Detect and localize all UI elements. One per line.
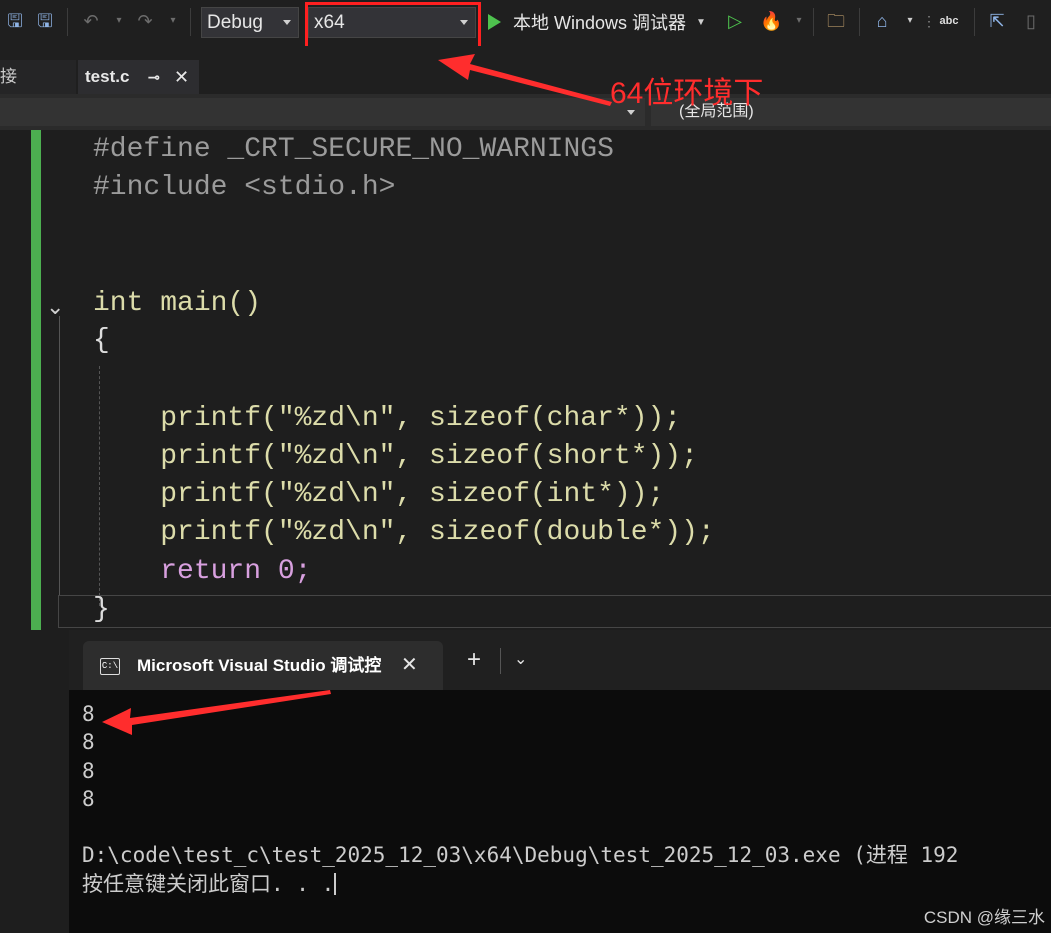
- comment-icon[interactable]: ▯: [1020, 10, 1042, 32]
- find-in-files-icon[interactable]: 🗀: [825, 10, 847, 32]
- tab-test-c[interactable]: test.c ⊸ ✕: [78, 60, 199, 94]
- start-without-debugging-icon[interactable]: ▷: [724, 10, 746, 32]
- configuration-dropdown[interactable]: Debug: [201, 7, 299, 38]
- save-icon[interactable]: 🖫: [4, 10, 26, 32]
- redo-dropdown-icon[interactable]: ▾: [162, 10, 184, 32]
- code-line-text: }: [93, 594, 110, 625]
- output-line-text: 按任意键关闭此窗口. . .: [82, 871, 335, 896]
- code-line-text: #include <stdio.h>: [93, 172, 396, 203]
- code-line-text: printf("%zd\n", sizeof(char*));: [93, 403, 682, 434]
- watermark: CSDN @缘三水: [923, 908, 1045, 927]
- toolbar-separator: [859, 8, 860, 36]
- undo-icon[interactable]: ↶: [80, 10, 102, 32]
- grip-icon: ⋮: [922, 13, 936, 29]
- close-icon[interactable]: ✕: [174, 60, 189, 94]
- document-tabs: 接 test.c ⊸ ✕: [0, 46, 1051, 94]
- window-layout-icon[interactable]: ⌂: [871, 10, 893, 32]
- project-dropdown[interactable]: [0, 98, 645, 126]
- cursor-select-icon[interactable]: ⇱: [986, 10, 1008, 32]
- console-icon: C:\: [100, 658, 120, 675]
- start-debugging-button[interactable]: 本地 Windows 调试器 ▼: [488, 8, 706, 36]
- output-line: 8: [82, 702, 95, 726]
- output-line: 8: [82, 730, 95, 755]
- code-line-text: printf("%zd\n", sizeof(short*));: [93, 441, 698, 472]
- code-line-text: {: [93, 325, 110, 356]
- tab-label: 接: [0, 67, 17, 86]
- code-line-text: int main(): [93, 288, 262, 319]
- highlight-box: [305, 2, 481, 51]
- code-line: printf("%zd\n", sizeof(short*));: [93, 438, 698, 476]
- run-label: 本地 Windows 调试器: [513, 13, 687, 33]
- code-editor[interactable]: ⌄ #define _CRT_SECURE_NO_WARNINGS #inclu…: [0, 130, 1051, 630]
- hot-reload-dropdown-icon[interactable]: ▾: [788, 10, 810, 32]
- close-icon[interactable]: ✕: [401, 641, 418, 690]
- code-line: {: [93, 322, 110, 360]
- code-lines: #define _CRT_SECURE_NO_WARNINGS #include…: [0, 130, 715, 625]
- tab-other[interactable]: 接: [0, 60, 76, 94]
- toolbar-separator: [67, 8, 68, 36]
- terminal-tabbar: C:\ Microsoft Visual Studio 调试控 ✕ + ⌄: [69, 630, 1051, 690]
- code-line: printf("%zd\n", sizeof(char*));: [93, 400, 681, 438]
- code-line: return 0;: [93, 553, 311, 591]
- code-line: printf("%zd\n", sizeof(int*));: [93, 476, 664, 514]
- chevron-down-icon[interactable]: ▼: [696, 17, 706, 28]
- code-line: }: [93, 591, 110, 629]
- annotation-label: 64位环境下: [610, 77, 764, 110]
- undo-dropdown-icon[interactable]: ▾: [108, 10, 130, 32]
- code-line-text: #define _CRT_SECURE_NO_WARNINGS: [93, 134, 614, 165]
- code-line-text: return 0;: [93, 556, 312, 587]
- play-icon: [488, 14, 501, 30]
- code-line: #define _CRT_SECURE_NO_WARNINGS: [93, 131, 614, 169]
- chevron-down-icon: [283, 20, 291, 25]
- save-all-icon[interactable]: 🖫: [34, 10, 56, 32]
- console-output[interactable]: 8 8 8 8 D:\code\test_c\test_2025_12_03\x64\D…: [69, 690, 1051, 933]
- terminal-tab-title: Microsoft Visual Studio 调试控: [137, 656, 382, 675]
- code-line-text: printf("%zd\n", sizeof(int*));: [93, 479, 665, 510]
- hot-reload-icon[interactable]: 🔥: [760, 10, 782, 32]
- main-toolbar: 🖫 🖫 ↶ ▾ ↷ ▾ Debug x64 本地 Windows 调试器 ▼ ▷…: [0, 0, 1051, 51]
- output-line: 8: [82, 786, 95, 811]
- pin-icon[interactable]: ⊸: [148, 60, 160, 94]
- text-cursor: [334, 872, 337, 895]
- tab-label: test.c: [85, 67, 130, 86]
- configuration-value: Debug: [207, 12, 263, 33]
- navigation-bar: (全局范围): [0, 94, 1051, 130]
- toolbar-separator: [813, 8, 814, 36]
- tab-separator: [500, 648, 501, 674]
- code-line-text: printf("%zd\n", sizeof(double*));: [93, 517, 715, 548]
- code-line: #include <stdio.h>: [93, 169, 395, 207]
- chevron-down-icon[interactable]: ⌄: [514, 646, 527, 674]
- output-line: 8: [82, 758, 95, 783]
- code-line: printf("%zd\n", sizeof(double*));: [93, 514, 715, 552]
- output-line: D:\code\test_c\test_2025_12_03\x64\Debug…: [82, 843, 959, 868]
- new-tab-icon[interactable]: +: [467, 646, 481, 674]
- code-line: int main(): [93, 285, 261, 323]
- output-blank-line: [82, 813, 958, 841]
- spellcheck-icon[interactable]: abc: [938, 10, 960, 32]
- output-line: 按任意键关闭此窗口. . .: [82, 870, 958, 898]
- current-line-highlight: [58, 595, 1051, 628]
- terminal-tab[interactable]: C:\ Microsoft Visual Studio 调试控 ✕: [83, 641, 443, 690]
- toolbar-separator: [974, 8, 975, 36]
- redo-icon[interactable]: ↷: [134, 10, 156, 32]
- toolbar-separator: [190, 8, 191, 36]
- console-text: 8 8 8 8 D:\code\test_c\test_2025_12_03\x64\D…: [82, 700, 958, 898]
